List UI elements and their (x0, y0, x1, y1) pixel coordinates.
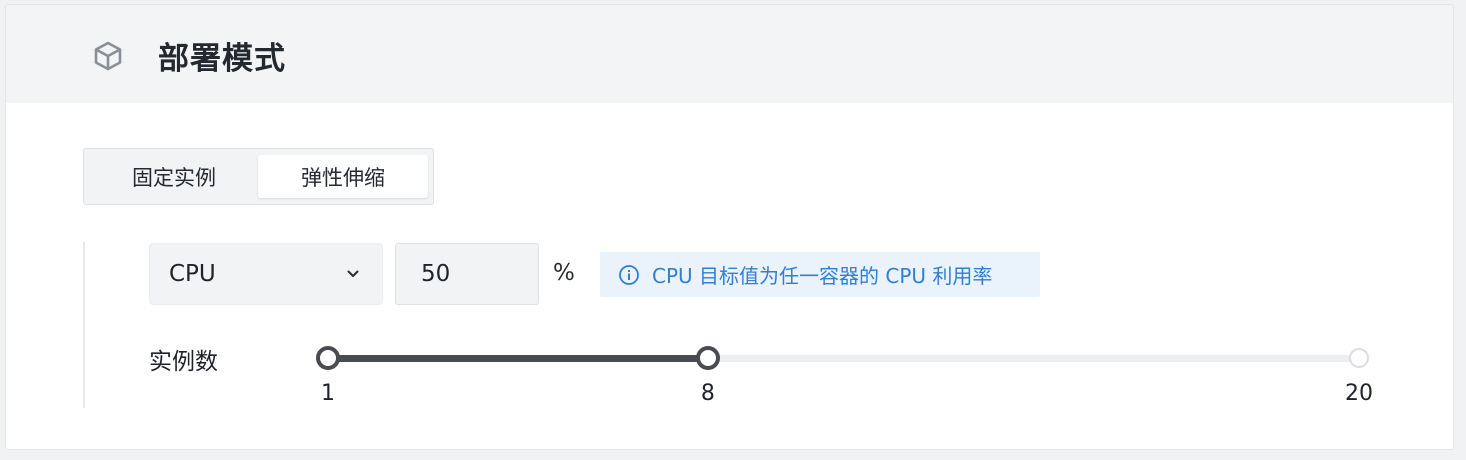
page-title: 部署模式 (158, 41, 286, 77)
instances-range-slider[interactable]: 1 8 20 (316, 340, 1373, 410)
slider-selected-range (328, 355, 708, 362)
cpu-hint: CPU 目标值为任一容器的 CPU 利用率 (600, 252, 1040, 297)
slider-end-handle[interactable] (695, 346, 720, 370)
slider-start-handle[interactable] (316, 346, 340, 370)
panel-header: 部署模式 (6, 5, 1453, 103)
target-value-input[interactable] (395, 243, 539, 305)
slider-max-label: 20 (1345, 381, 1373, 406)
deployment-mode-panel: 部署模式 固定实例 弹性伸缩 CPU % CPU 目标值为任一容器的 CPU 利… (5, 4, 1454, 450)
instances-label: 实例数 (149, 349, 218, 375)
chevron-down-icon (347, 270, 359, 277)
metric-select[interactable]: CPU (149, 243, 383, 305)
tab-fixed-instances[interactable]: 固定实例 (90, 155, 258, 198)
slider-max-marker (1349, 348, 1369, 368)
mode-segmented-control: 固定实例 弹性伸缩 (83, 148, 434, 205)
metric-select-value: CPU (169, 261, 216, 287)
slider-end-label: 8 (700, 381, 715, 406)
cube-icon (94, 41, 122, 71)
info-icon (619, 264, 639, 285)
percent-unit: % (553, 260, 575, 286)
slider-start-label: 1 (321, 381, 335, 406)
cpu-hint-text: CPU 目标值为任一容器的 CPU 利用率 (652, 264, 993, 288)
section-divider (83, 242, 85, 408)
tab-elastic-scaling[interactable]: 弹性伸缩 (258, 155, 428, 198)
